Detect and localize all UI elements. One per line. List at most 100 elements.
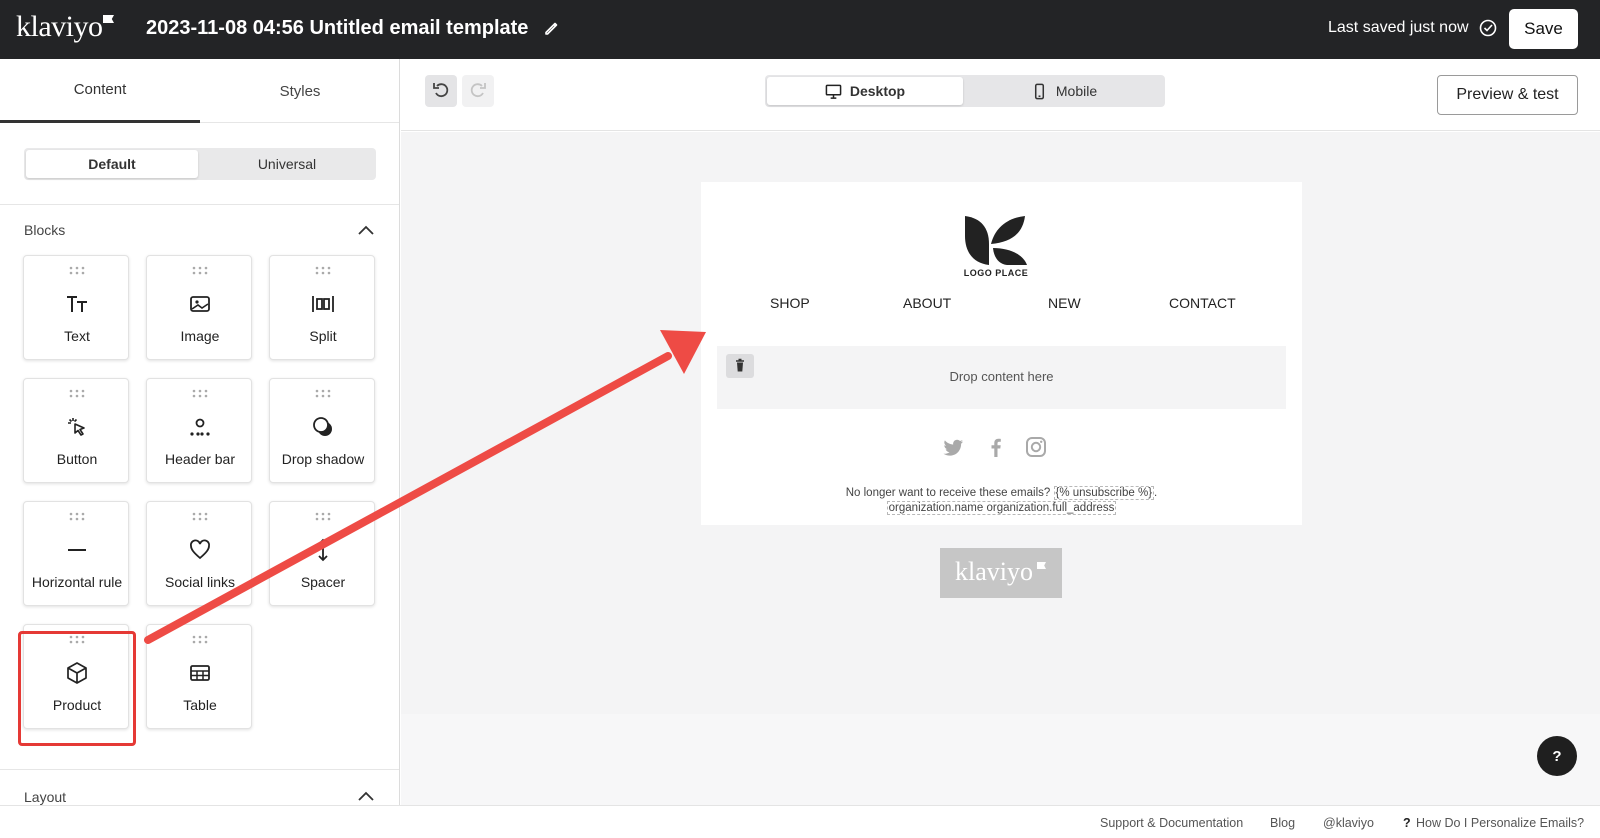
block-label: Image [180,328,220,344]
nav-contact[interactable]: CONTACT [1169,295,1236,311]
redo-icon [470,82,486,97]
drag-handle-icon [315,389,331,398]
layout-section-title: Layout [24,789,67,805]
block-label: Horizontal rule [31,574,123,590]
drag-handle-icon [192,512,208,521]
chevron-up-icon[interactable] [357,224,375,236]
desktop-label: Desktop [849,83,906,99]
segment-universal[interactable]: Universal [200,150,374,178]
block-label: Social links [164,574,236,590]
drag-handle-icon [315,512,331,521]
horizontal-rule-icon [68,549,86,551]
block-text[interactable]: Text [23,255,129,360]
organization-line: organization.name organization.full_addr… [701,501,1302,515]
klaviyo-badge: klaviyo [940,548,1062,598]
chevron-up-icon[interactable] [357,790,375,802]
klaviyo-badge-text: klaviyo [955,557,1033,586]
drag-handle-icon [192,389,208,398]
block-table[interactable]: Table [146,624,252,729]
unsubscribe-tag[interactable]: {% unsubscribe %} [1053,486,1155,500]
unsubscribe-period: . [1154,487,1158,499]
text-icon [67,296,87,312]
drag-handle-icon [315,266,331,275]
drag-handle-icon [192,266,208,275]
blog-link[interactable]: Blog [1270,816,1295,830]
block-spacer[interactable]: Spacer [269,501,375,606]
block-label: Header bar [164,451,236,467]
drop-shadow-icon [313,417,332,436]
split-icon [312,296,334,312]
check-circle-icon [1479,19,1497,37]
tab-styles[interactable]: Styles [200,59,399,123]
block-label: Drop shadow [281,451,365,467]
block-label: Text [64,328,90,344]
status-bar: Support & Documentation Blog @klaviyo ? … [0,805,1600,838]
block-drop-shadow[interactable]: Drop shadow [269,378,375,483]
nav-new[interactable]: NEW [1048,295,1081,311]
personalize-emails-link[interactable]: How Do I Personalize Emails? [1416,816,1584,830]
divider [0,769,399,770]
spacer-arrows-icon [318,538,328,562]
instagram-icon[interactable] [1025,436,1047,458]
drop-content-text: Drop content here [949,369,1054,384]
logo-leaf-icon [965,216,1027,265]
help-button[interactable]: ? [1537,736,1577,776]
redo-button[interactable] [462,75,494,107]
undo-icon [433,82,449,97]
blocks-section-title: Blocks [24,222,66,238]
block-social-links[interactable]: Social links [146,501,252,606]
nav-about[interactable]: ABOUT [903,295,951,311]
block-button[interactable]: Button [23,378,129,483]
save-status: Last saved just now [1328,19,1469,36]
drag-handle-icon [69,512,85,521]
klaviyo-handle-link[interactable]: @klaviyo [1323,816,1374,830]
drop-zone[interactable]: Drop content here [717,346,1286,409]
mobile-view-tab[interactable]: Mobile [965,77,1163,105]
segment-default[interactable]: Default [26,150,198,178]
block-image[interactable]: Image [146,255,252,360]
save-button[interactable]: Save [1509,9,1578,49]
question-mark-icon: ? [1403,816,1411,830]
header-bar-icon [190,418,210,436]
block-label: Button [56,451,98,467]
preview-test-button[interactable]: Preview & test [1437,75,1578,115]
top-bar: klaviyo 2023-11-08 04:56 Untitled email … [0,0,1600,59]
block-horizontal-rule[interactable]: Horizontal rule [23,501,129,606]
brand-flag-icon [103,15,114,23]
heart-icon [190,539,210,560]
unsubscribe-line: No longer want to receive these emails? … [701,486,1302,500]
block-split[interactable]: Split [269,255,375,360]
image-icon [190,296,210,312]
facebook-icon[interactable] [985,436,1007,458]
logo-text: LOGO PLACE [963,268,1029,278]
pencil-icon[interactable] [543,19,561,37]
desktop-icon [825,84,842,99]
product-block-highlight [18,631,136,746]
undo-button[interactable] [425,75,457,107]
cursor-click-icon [68,418,85,436]
template-title[interactable]: 2023-11-08 04:56 Untitled email template [146,17,528,40]
nav-shop[interactable]: SHOP [770,295,810,311]
canvas-footer-area [401,714,1600,805]
tab-content[interactable]: Content [0,59,200,123]
drag-handle-icon [69,389,85,398]
desktop-view-tab[interactable]: Desktop [767,77,963,105]
editor-canvas: LOGO PLACE SHOP ABOUT NEW CONTACT Drop c… [401,132,1600,714]
brand-logo[interactable]: klaviyo [16,10,103,44]
drag-handle-icon [69,266,85,275]
editor-toolbar: Desktop Mobile Preview & test [401,59,1600,131]
twitter-icon[interactable] [943,436,965,458]
default-universal-toggle: Default Universal [24,148,376,180]
table-icon [190,665,210,681]
drag-handle-icon [192,635,208,644]
mobile-icon [1034,83,1044,99]
unsubscribe-prefix: No longer want to receive these emails? [845,487,1051,499]
support-docs-link[interactable]: Support & Documentation [1100,816,1243,830]
block-header-bar[interactable]: Header bar [146,378,252,483]
organization-tag[interactable]: organization.name organization.full_addr… [886,501,1117,515]
block-label: Table [183,697,217,713]
mobile-label: Mobile [1055,83,1098,99]
email-preview: LOGO PLACE SHOP ABOUT NEW CONTACT Drop c… [701,182,1302,525]
panel-tabs: Content Styles [0,59,399,123]
divider [0,204,399,205]
